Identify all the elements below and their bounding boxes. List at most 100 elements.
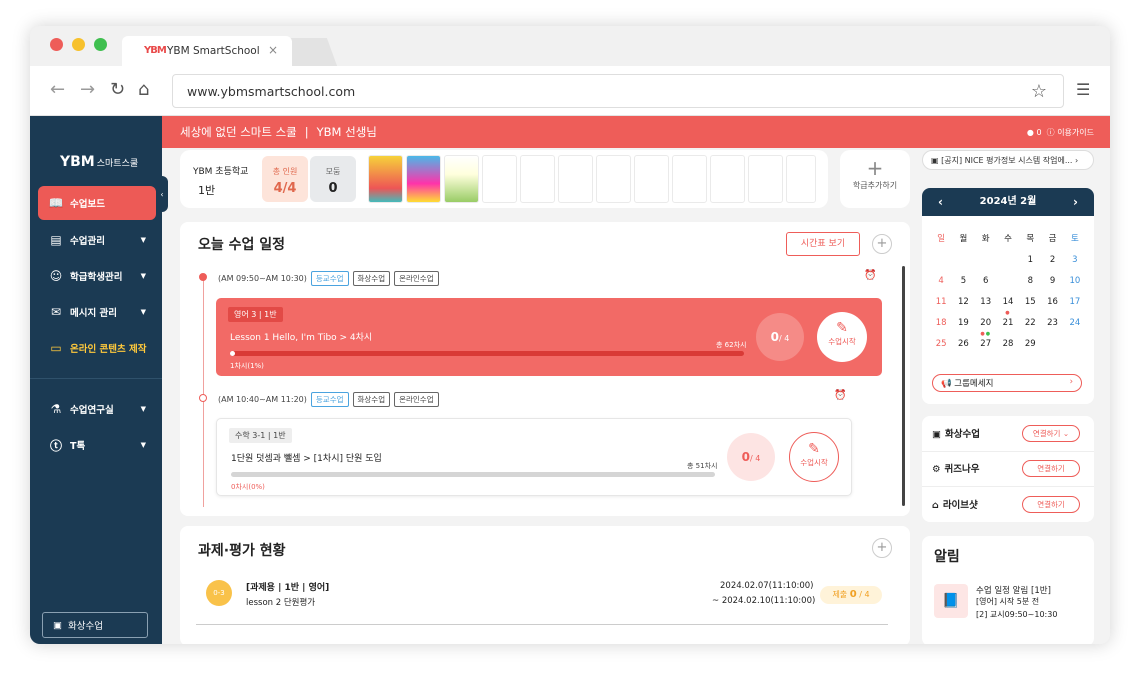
calendar-day[interactable]: 26	[952, 335, 974, 353]
calendar-day[interactable]: 2	[1041, 251, 1063, 269]
sidebar-logo[interactable]: YBM 스마트스쿨	[60, 154, 138, 170]
calendar-day[interactable]: 17	[1064, 293, 1086, 311]
sidebar-item-students[interactable]: ☺ 학급학생관리 ▼	[38, 259, 156, 293]
group-label: 모둠	[325, 167, 341, 176]
alarm-line2: [영어] 시작 5분 전	[976, 597, 1040, 606]
calendar-day[interactable]: 27	[975, 335, 997, 353]
homework-date-to: ~ 2024.02.10(11:10:00)	[712, 596, 816, 606]
connect-quiz-button[interactable]: 연결하기	[1022, 460, 1080, 477]
weekday-label: 월	[959, 234, 968, 244]
next-month-icon[interactable]: ›	[1073, 188, 1078, 216]
close-window-dot[interactable]	[50, 38, 63, 51]
submit-status[interactable]: 제출 0 / 4	[820, 586, 882, 604]
calendar-day[interactable]: 8	[1019, 272, 1041, 290]
homework-item-title[interactable]: [과제용 | 1반 | 영어]	[246, 580, 329, 593]
timetable-button[interactable]: 시간표 보기	[786, 232, 860, 256]
tag-online[interactable]: 온라인수업	[394, 392, 439, 407]
sidebar-item-research[interactable]: ⚗ 수업연구실 ▼	[38, 392, 156, 426]
sidebar-item-lesson-manage[interactable]: ▤ 수업관리 ▼	[38, 223, 156, 257]
quiz-icon: ⚙	[932, 464, 941, 475]
textbook-2[interactable]	[406, 155, 441, 203]
url-field[interactable]: www.ybmsmartschool.com ☆	[172, 74, 1064, 108]
add-class-button[interactable]: + 학급추가하기	[840, 150, 910, 208]
tag-video[interactable]: 화상수업	[352, 271, 391, 286]
calendar-day[interactable]: 29	[1019, 335, 1041, 353]
alarm-line1[interactable]: 수업 일정 알림 [1반]	[976, 584, 1051, 596]
calendar-day[interactable]: 21	[997, 314, 1019, 332]
calendar-day[interactable]: 6	[975, 272, 997, 290]
maximize-window-dot[interactable]	[94, 38, 107, 51]
message-icon: ✉	[50, 305, 62, 319]
tag-online[interactable]: 온라인수업	[394, 271, 439, 286]
scrollbar[interactable]	[902, 266, 905, 506]
calendar-day[interactable]: 16	[1041, 293, 1063, 311]
group-value: 0	[328, 181, 338, 196]
guide-link[interactable]: ● 0 ⓘ 이용가이드	[1027, 127, 1094, 138]
forward-icon[interactable]: →	[80, 79, 95, 100]
textbook-english[interactable]	[368, 155, 403, 203]
calendar-day[interactable]: 22	[1019, 314, 1041, 332]
sidebar-collapse-button[interactable]: ‹	[156, 176, 168, 212]
caret-down-icon: ▼	[140, 441, 146, 449]
start-lesson-button[interactable]: ✎ 수업시작	[817, 312, 867, 362]
tool-video[interactable]: ▣ 화상수업	[932, 426, 980, 440]
bookmark-star-icon[interactable]: ☆	[1031, 81, 1047, 102]
calendar-day[interactable]: 14 ●	[997, 293, 1019, 316]
calendar-day[interactable]: 1	[1019, 251, 1041, 269]
tool-liveshot[interactable]: ⌂ 라이브샷	[932, 497, 978, 511]
tag-video[interactable]: 화상수업	[352, 392, 391, 407]
home-icon[interactable]: ⌂	[138, 79, 149, 100]
book-icon: 📘	[934, 584, 968, 618]
lesson-card[interactable]: 영어 3 | 1반 Lesson 1 Hello, I'm Tibo > 4차시…	[216, 298, 882, 376]
notification-icon[interactable]: ● 0	[1027, 128, 1042, 137]
add-homework-button[interactable]: +	[872, 538, 892, 558]
alarm-bell-icon[interactable]: ⏰	[834, 390, 846, 401]
start-lesson-button[interactable]: ✎ 수업시작	[789, 432, 839, 482]
calendar-day[interactable]: 10	[1064, 272, 1086, 290]
calendar-day[interactable]: 4	[930, 272, 952, 290]
calendar-day[interactable]: 15	[1019, 293, 1041, 311]
tool-quiznow[interactable]: ⚙ 퀴즈나우	[932, 461, 980, 475]
group-message-button[interactable]: 📢 그룹메세지 ›	[932, 374, 1082, 392]
browser-tab[interactable]: YBM YBM SmartSchool ×	[122, 36, 292, 66]
total-students-box[interactable]: 총 인원 4/4	[262, 156, 308, 202]
sidebar-item-online-content[interactable]: ▭ 온라인 콘텐츠 제작	[38, 331, 156, 365]
calendar-day[interactable]: 19	[952, 314, 974, 332]
sidebar-item-label: 수업보드	[70, 199, 105, 210]
reload-icon[interactable]: ↻	[110, 79, 125, 100]
tab-close-icon[interactable]: ×	[268, 43, 278, 57]
tag-offline[interactable]: 등교수업	[310, 271, 349, 286]
lesson-progress: 0차시(0%)	[231, 483, 265, 491]
sidebar-item-board[interactable]: 📖 수업보드	[38, 186, 156, 220]
connect-video-button[interactable]: 연결하기 ⌄	[1022, 425, 1080, 442]
progress-bar	[231, 472, 715, 477]
textbook-music[interactable]	[444, 155, 479, 203]
school-name: YBM 초등학교	[193, 167, 249, 177]
sidebar-item-messages[interactable]: ✉ 메시지 관리 ▼	[38, 295, 156, 329]
calendar-day[interactable]: 25	[930, 335, 952, 353]
calendar-day[interactable]: 3	[1064, 251, 1086, 269]
calendar-day[interactable]: 13	[975, 293, 997, 311]
calendar-day[interactable]: 12	[952, 293, 974, 311]
calendar-day[interactable]: 20 ●●	[975, 314, 997, 337]
calendar-day[interactable]: 5	[952, 272, 974, 290]
minimize-window-dot[interactable]	[72, 38, 85, 51]
calendar-day[interactable]: 9	[1041, 272, 1063, 290]
back-icon[interactable]: ←	[50, 79, 65, 100]
sidebar-video-button[interactable]: ▣ 화상수업	[42, 612, 148, 638]
calendar-day[interactable]: 11	[930, 293, 952, 311]
calendar-day[interactable]: 18	[930, 314, 952, 332]
alarm-bell-icon[interactable]: ⏰	[864, 270, 876, 281]
connect-live-button[interactable]: 연결하기	[1022, 496, 1080, 513]
lesson-card[interactable]: 수학 3-1 | 1반 1단원 덧셈과 뺄셈 > [1차시] 단원 도입 총 5…	[216, 418, 852, 496]
sidebar-item-ttalk[interactable]: ⓣ T톡 ▼	[38, 428, 156, 462]
calendar-day[interactable]: 24	[1064, 314, 1086, 332]
browser-menu-icon[interactable]: ☰	[1076, 80, 1090, 99]
prev-month-icon[interactable]: ‹	[938, 188, 943, 216]
calendar-day[interactable]: 23	[1041, 314, 1063, 332]
calendar-day[interactable]: 28	[997, 335, 1019, 353]
notice-banner[interactable]: ▣ [공지] NICE 평가정보 시스템 작업에... ›	[922, 150, 1094, 170]
add-schedule-button[interactable]: +	[872, 234, 892, 254]
tag-offline[interactable]: 등교수업	[310, 392, 349, 407]
group-box[interactable]: 모둠 0	[310, 156, 356, 202]
